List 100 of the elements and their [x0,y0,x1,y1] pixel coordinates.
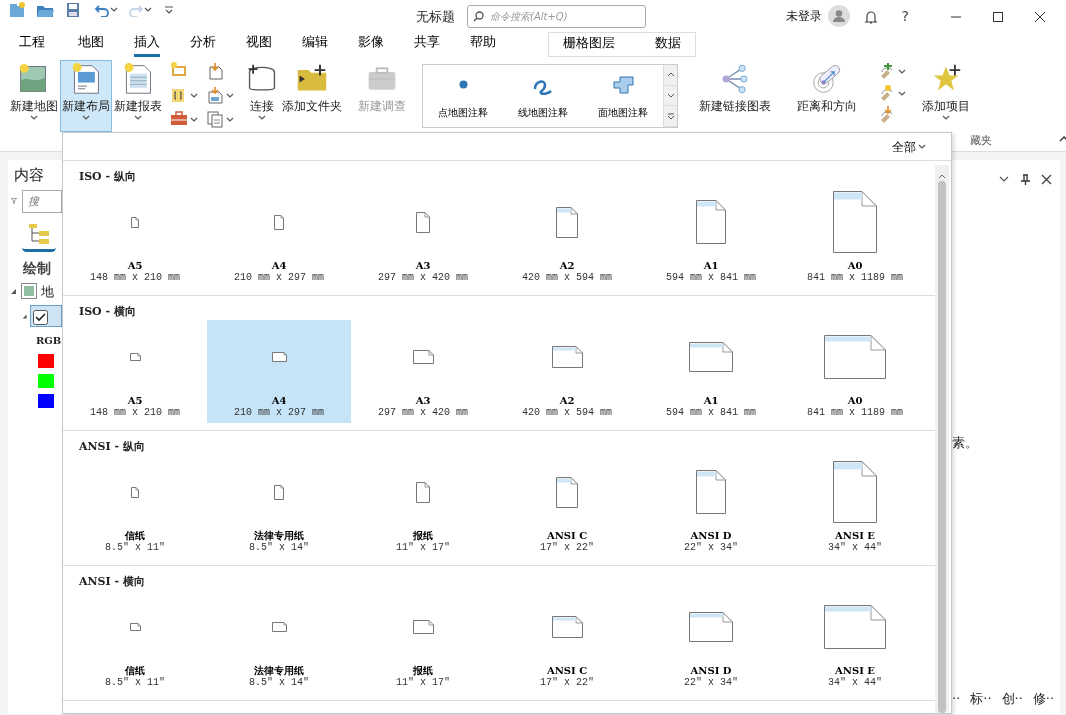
ribbon-tab[interactable]: 视图 [246,34,272,57]
customize-icon [164,5,174,14]
ribbon-button[interactable]: 距离和方向 [790,60,864,132]
scrollbar-thumb[interactable] [938,181,946,713]
new-project-button[interactable] [8,0,26,19]
page-size-option[interactable]: 报纸 11″ x 17″ [351,455,495,558]
gallery-item[interactable]: 线地图注释 [503,65,583,127]
page-size-option[interactable]: A0 841 mm x 1189 mm [783,320,927,423]
page-size-option[interactable]: 报纸 11″ x 17″ [351,590,495,693]
page-icon [131,216,139,228]
ribbon-button[interactable]: 新建地图 [8,60,60,132]
help-button[interactable]: ? [901,5,909,27]
page-size-option[interactable]: A5 148 mm x 210 mm [63,320,207,423]
undo-button[interactable] [94,2,118,17]
page-icon [551,346,583,368]
ribbon-tab[interactable]: 编辑 [302,34,328,57]
page-icon [416,211,430,233]
page-icon [412,350,434,364]
page-size-option[interactable]: 信纸 8.5″ x 11″ [63,455,207,558]
page-icon [274,214,284,230]
page-icon [833,191,877,253]
caret-icon [110,7,118,12]
toolbox-icon [170,110,188,128]
section-title: ISO - 横向 [79,304,136,320]
account-button[interactable] [827,5,850,27]
page-size-option[interactable]: 信纸 8.5″ x 11″ [63,590,207,693]
page-icon [824,605,886,649]
draw-order-tab[interactable] [22,222,56,252]
section-title: ISO - 纵向 [79,169,136,185]
page-icon [416,481,430,503]
caret-up-icon [938,174,946,179]
caret-icon [918,144,926,149]
ribbon-tab[interactable]: 帮助 [470,34,496,57]
save-button[interactable] [64,0,82,19]
page-size-option[interactable]: A2 420 mm x 594 mm [495,320,639,423]
page-size-option[interactable]: A3 297 mm x 420 mm [351,185,495,288]
ribbon-tab[interactable]: 分析 [190,34,216,57]
page-icon [131,486,139,498]
ribbon-tab[interactable]: 数据 [655,35,681,54]
ribbon-button[interactable]: 新建布局 [60,60,112,132]
band-label: RGB [36,334,62,348]
page-size-option[interactable]: ANSI D 22″ x 34″ [639,455,783,558]
page-size-option[interactable]: 法律专用纸 8.5″ x 14″ [207,590,351,693]
section-title: ANSI - 纵向 [79,439,145,455]
page-size-option[interactable]: A4 210 mm x 297 mm [207,185,351,288]
undo-icon [94,2,110,17]
ribbon-button[interactable]: 添加文件夹 [280,60,344,132]
pane-tab[interactable]: 修·· [1032,688,1055,708]
avatar-icon [827,5,850,27]
filter-dropdown[interactable]: 全部 [892,137,926,156]
distance-circle-icon [811,63,843,95]
caret-icon [144,7,152,12]
new-project-icon [8,0,26,19]
checkbox[interactable] [33,310,49,325]
gallery-more-button[interactable] [664,106,677,127]
page-size-option[interactable]: A4 210 mm x 297 mm [207,320,351,423]
gallery-item[interactable]: 面地图注释 [583,65,663,127]
ribbon-tab[interactable]: 地图 [78,34,104,57]
page-size-option[interactable]: A3 297 mm x 420 mm [351,320,495,423]
ribbon-tab[interactable]: 影像 [358,34,384,57]
pane-title: 内容 [14,165,45,186]
search-field[interactable]: 命令搜索(Alt+Q) [467,5,646,28]
customize-button[interactable] [164,5,174,14]
pane-tab[interactable]: ·· [952,688,961,708]
page-size-option[interactable]: A1 594 mm x 841 mm [639,320,783,423]
layer-row[interactable] [30,305,62,327]
pane-tab[interactable]: 创·· [1001,688,1023,708]
pin-icon [1020,174,1031,185]
caret-down-icon [666,92,675,99]
ribbon-button[interactable]: 新建链接图表 [692,60,778,132]
page-size-option[interactable]: ANSI D 22″ x 34″ [639,590,783,693]
page-copy-icon [206,110,224,128]
scroll-up-button[interactable] [664,65,677,86]
page-icon [129,353,141,361]
report-page-icon [122,63,154,95]
page-size-option[interactable]: ANSI E 34″ x 44″ [783,455,927,558]
ribbon-tab[interactable]: 栅格图层 [563,35,615,54]
page-icon [412,620,434,634]
page-size-option[interactable]: ANSI C 17″ x 22″ [495,590,639,693]
ribbon-button[interactable]: 新建报表 [112,60,164,132]
page-size-option[interactable]: A5 148 mm x 210 mm [63,185,207,288]
page-icon [556,206,578,238]
page-size-option[interactable]: 法律专用纸 8.5″ x 14″ [207,455,351,558]
ribbon-tab[interactable]: 工程 [19,34,45,57]
bell-icon [863,8,878,25]
pane-tab[interactable]: 标·· [970,688,992,708]
page-size-option[interactable]: ANSI E 34″ x 44″ [783,590,927,693]
tree-item[interactable]: 地 [41,281,54,301]
search-field[interactable]: 搜 [22,189,62,213]
gallery-item[interactable]: 点地图注释 [423,65,503,127]
page-icon [129,623,141,631]
page-size-option[interactable]: A0 841 mm x 1189 mm [783,185,927,288]
page-size-option[interactable]: A1 594 mm x 841 mm [639,185,783,288]
page-icon [696,470,726,514]
page-size-option[interactable]: ANSI C 17″ x 22″ [495,455,639,558]
ribbon-button[interactable]: 添加项目 [920,60,972,132]
caret-up-icon [666,71,675,79]
ribbon-tab[interactable]: 共享 [414,34,440,57]
ribbon-button[interactable]: 连接 [244,60,280,132]
page-size-option[interactable]: A2 420 mm x 594 mm [495,185,639,288]
